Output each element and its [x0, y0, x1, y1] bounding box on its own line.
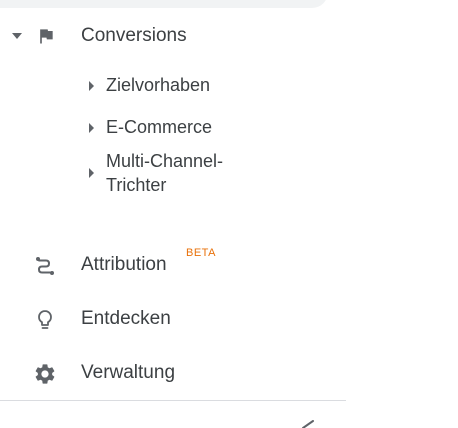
expand-caret-right-icon: [89, 168, 94, 178]
nav-item-entdecken[interactable]: Entdecken: [0, 300, 330, 338]
lightbulb-icon: [38, 310, 52, 329]
collapse-sidebar-chevron-icon[interactable]: [300, 418, 318, 428]
previous-nav-item-highlight: [0, 0, 328, 8]
beta-badge: BETA: [186, 247, 216, 259]
expand-caret-right-icon: [89, 123, 94, 133]
gear-icon: [35, 364, 55, 384]
nav-item-label: Entdecken: [81, 308, 171, 329]
nav-subitem-zielvorhaben[interactable]: Zielvorhaben: [86, 72, 346, 100]
nav-item-verwaltung[interactable]: Verwaltung: [0, 354, 330, 392]
nav-subitem-label: E-Commerce: [106, 117, 213, 137]
nav-section-conversions[interactable]: Conversions: [0, 18, 330, 54]
nav-subitem-multi-channel-trichter[interactable]: Multi-Channel- Trichter: [86, 148, 346, 200]
attribution-icon: [36, 257, 54, 275]
nav-section-label: Conversions: [81, 25, 187, 46]
nav-subitem-ecommerce[interactable]: E-Commerce: [86, 114, 346, 142]
nav-subitem-label-line1: Multi-Channel-: [106, 151, 224, 171]
nav-item-label: Verwaltung: [81, 362, 176, 383]
expand-caret-down-icon[interactable]: [12, 33, 22, 39]
sidebar-divider: [0, 400, 346, 401]
flag-icon: [40, 29, 53, 44]
nav-subitem-label: Zielvorhaben: [106, 75, 211, 95]
nav-item-attribution[interactable]: Attribution BETA: [0, 246, 330, 284]
expand-caret-right-icon: [89, 81, 94, 91]
nav-item-label: Attribution: [81, 254, 167, 275]
nav-subitem-label-line2: Trichter: [106, 175, 167, 195]
